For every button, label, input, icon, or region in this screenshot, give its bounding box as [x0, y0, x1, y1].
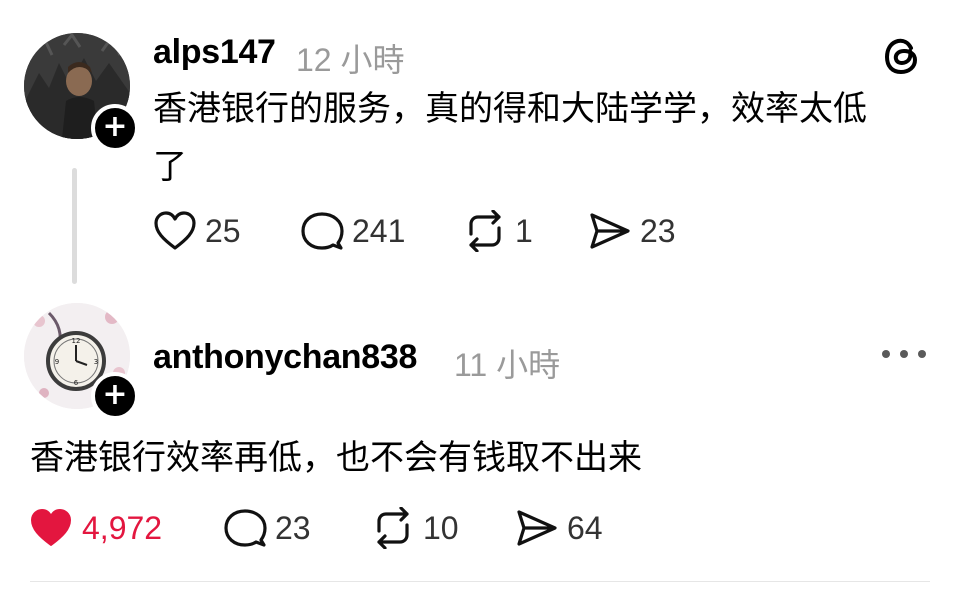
- reply-count: 23: [275, 509, 311, 546]
- post-text-line: 了: [153, 147, 187, 187]
- heart-icon: [31, 509, 71, 546]
- svg-text:9: 9: [55, 358, 59, 366]
- post-text: 香港银行效率再低，也不会有钱取不出来: [30, 429, 642, 487]
- share-button[interactable]: 64: [515, 505, 603, 551]
- repost-count: 1: [515, 212, 533, 249]
- threads-logo-icon[interactable]: [884, 36, 922, 76]
- repost-button[interactable]: 10: [371, 505, 459, 551]
- post-text-line: 香港银行效率再低，也不会有钱取不出来: [30, 438, 642, 478]
- post-text-line: 香港银行的服务，真的得和大陆学学，效率太低: [153, 89, 867, 129]
- share-button[interactable]: 23: [588, 208, 676, 254]
- like-button[interactable]: 25: [153, 208, 241, 254]
- repost-count: 10: [423, 509, 459, 546]
- timestamp: 12 小時: [296, 42, 405, 78]
- follow-plus-icon[interactable]: +: [91, 372, 139, 420]
- heart-icon: [154, 211, 196, 250]
- like-count: 4,972: [82, 509, 163, 546]
- send-icon: [517, 510, 557, 546]
- more-options-icon[interactable]: [882, 344, 926, 364]
- like-count: 25: [205, 212, 241, 249]
- share-count: 64: [567, 509, 603, 546]
- username[interactable]: alps147: [153, 33, 276, 72]
- follow-plus-icon[interactable]: +: [91, 104, 139, 152]
- reply-button[interactable]: 241: [300, 208, 405, 254]
- post-divider: [30, 581, 930, 582]
- timestamp: 11 小時: [454, 347, 561, 383]
- repost-icon: [469, 210, 501, 252]
- svg-text:6: 6: [74, 379, 79, 387]
- reply-button[interactable]: 23: [223, 505, 311, 551]
- thread-line: [72, 168, 77, 284]
- like-button[interactable]: 4,972: [28, 505, 162, 551]
- repost-button[interactable]: 1: [463, 208, 533, 254]
- share-count: 23: [640, 212, 676, 249]
- send-icon: [590, 213, 630, 249]
- svg-text:12: 12: [72, 337, 81, 345]
- svg-text:3: 3: [94, 358, 98, 366]
- comment-bubble-icon: [301, 212, 344, 250]
- post-text: 香港银行的服务，真的得和大陆学学，效率太低 了: [153, 80, 867, 196]
- comment-bubble-icon: [224, 509, 267, 547]
- username[interactable]: anthonychan838: [153, 338, 417, 377]
- reply-count: 241: [352, 212, 406, 249]
- repost-icon: [377, 507, 409, 549]
